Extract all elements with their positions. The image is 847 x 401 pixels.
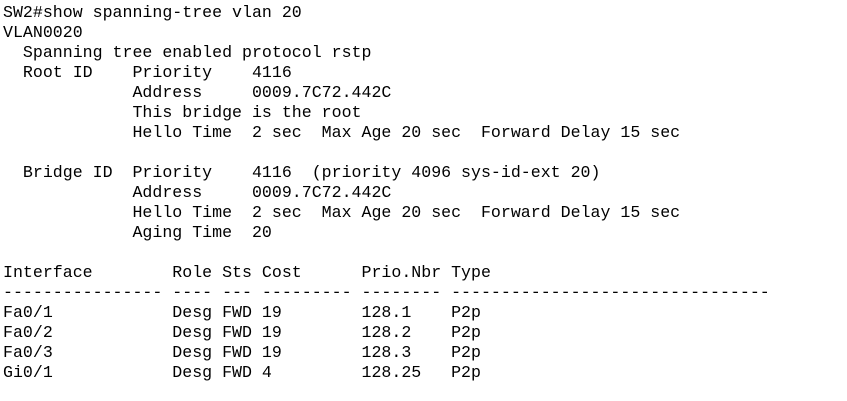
interface-table-header: Interface Role Sts Cost Prio.Nbr Type xyxy=(3,263,491,282)
interface-table-separator: ---------------- ---- --- --------- ----… xyxy=(3,283,770,302)
protocol-line: Spanning tree enabled protocol rstp xyxy=(3,43,372,62)
table-row: Fa0/2 Desg FWD 19 128.2 P2p xyxy=(3,323,481,342)
aging-time: Aging Time 20 xyxy=(3,223,272,242)
terminal-output: SW2#show spanning-tree vlan 20 VLAN0020 … xyxy=(3,3,843,383)
table-row: Fa0/1 Desg FWD 19 128.1 P2p xyxy=(3,303,481,322)
bridge-timers: Hello Time 2 sec Max Age 20 sec Forward … xyxy=(3,203,681,222)
root-timers: Hello Time 2 sec Max Age 20 sec Forward … xyxy=(3,123,681,142)
table-row: Fa0/3 Desg FWD 19 128.3 P2p xyxy=(3,343,481,362)
table-row: Gi0/1 Desg FWD 4 128.25 P2p xyxy=(3,363,481,382)
command-line: SW2#show spanning-tree vlan 20 xyxy=(3,3,302,22)
root-status: This bridge is the root xyxy=(3,103,362,122)
bridge-id-address: Address 0009.7C72.442C xyxy=(3,183,392,202)
root-id-priority: Root ID Priority 4116 xyxy=(3,63,292,82)
vlan-name: VLAN0020 xyxy=(3,23,83,42)
root-id-address: Address 0009.7C72.442C xyxy=(3,83,392,102)
bridge-id-priority: Bridge ID Priority 4116 (priority 4096 s… xyxy=(3,163,601,182)
